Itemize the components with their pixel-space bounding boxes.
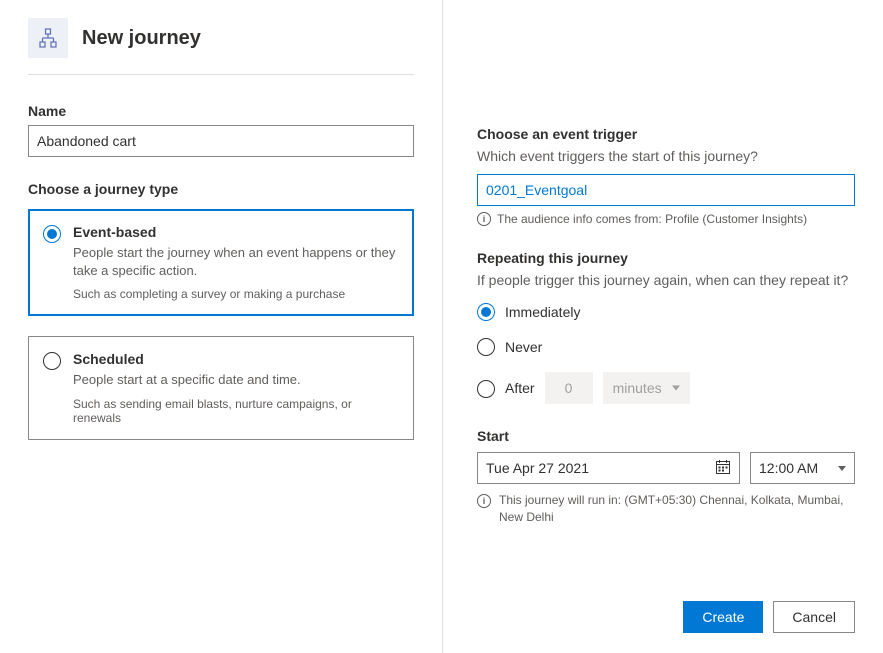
start-time-input[interactable]: 12:00 AM: [750, 452, 855, 484]
repeating-label: Repeating this journey: [477, 250, 855, 266]
radio-icon: [477, 380, 495, 398]
after-unit-select[interactable]: minutes: [603, 372, 690, 404]
journey-icon: [28, 18, 68, 58]
start-time-value: 12:00 AM: [759, 460, 818, 476]
start-label: Start: [477, 428, 855, 444]
option-label: After: [505, 380, 535, 396]
journey-type-event-based[interactable]: Event-based People start the journey whe…: [28, 209, 414, 316]
name-input[interactable]: [28, 125, 414, 157]
repeat-immediately[interactable]: Immediately: [477, 302, 855, 321]
card-desc: People start the journey when an event h…: [73, 244, 397, 279]
after-value-input[interactable]: [545, 372, 593, 404]
radio-icon: [477, 303, 495, 321]
event-trigger-label: Choose an event trigger: [477, 126, 855, 142]
start-date-value: Tue Apr 27 2021: [486, 460, 589, 476]
timezone-note: This journey will run in: (GMT+05:30) Ch…: [499, 492, 855, 526]
page-title: New journey: [82, 27, 201, 50]
calendar-icon: [715, 459, 731, 478]
journey-type-scheduled[interactable]: Scheduled People start at a specific dat…: [28, 336, 414, 440]
option-label: Immediately: [505, 304, 580, 320]
start-date-input[interactable]: Tue Apr 27 2021: [477, 452, 740, 484]
repeating-help: If people trigger this journey again, wh…: [477, 272, 855, 288]
repeat-after[interactable]: After minutes: [477, 372, 855, 404]
info-icon: i: [477, 212, 491, 226]
audience-info: The audience info comes from: Profile (C…: [497, 212, 807, 226]
after-unit-value: minutes: [613, 380, 662, 396]
event-trigger-help: Which event triggers the start of this j…: [477, 148, 855, 164]
radio-icon: [43, 225, 61, 243]
create-button[interactable]: Create: [683, 601, 763, 633]
radio-icon: [477, 338, 495, 356]
repeat-never[interactable]: Never: [477, 337, 855, 356]
cancel-button[interactable]: Cancel: [773, 601, 855, 633]
card-example: Such as sending email blasts, nurture ca…: [73, 397, 397, 425]
card-desc: People start at a specific date and time…: [73, 371, 397, 389]
info-icon: i: [477, 494, 491, 508]
radio-icon: [43, 352, 61, 370]
card-title: Event-based: [73, 224, 397, 240]
journey-type-label: Choose a journey type: [28, 181, 414, 197]
card-title: Scheduled: [73, 351, 397, 367]
name-label: Name: [28, 103, 414, 119]
card-example: Such as completing a survey or making a …: [73, 287, 397, 301]
event-trigger-input[interactable]: [477, 174, 855, 206]
option-label: Never: [505, 339, 542, 355]
chevron-down-icon: [838, 466, 846, 471]
